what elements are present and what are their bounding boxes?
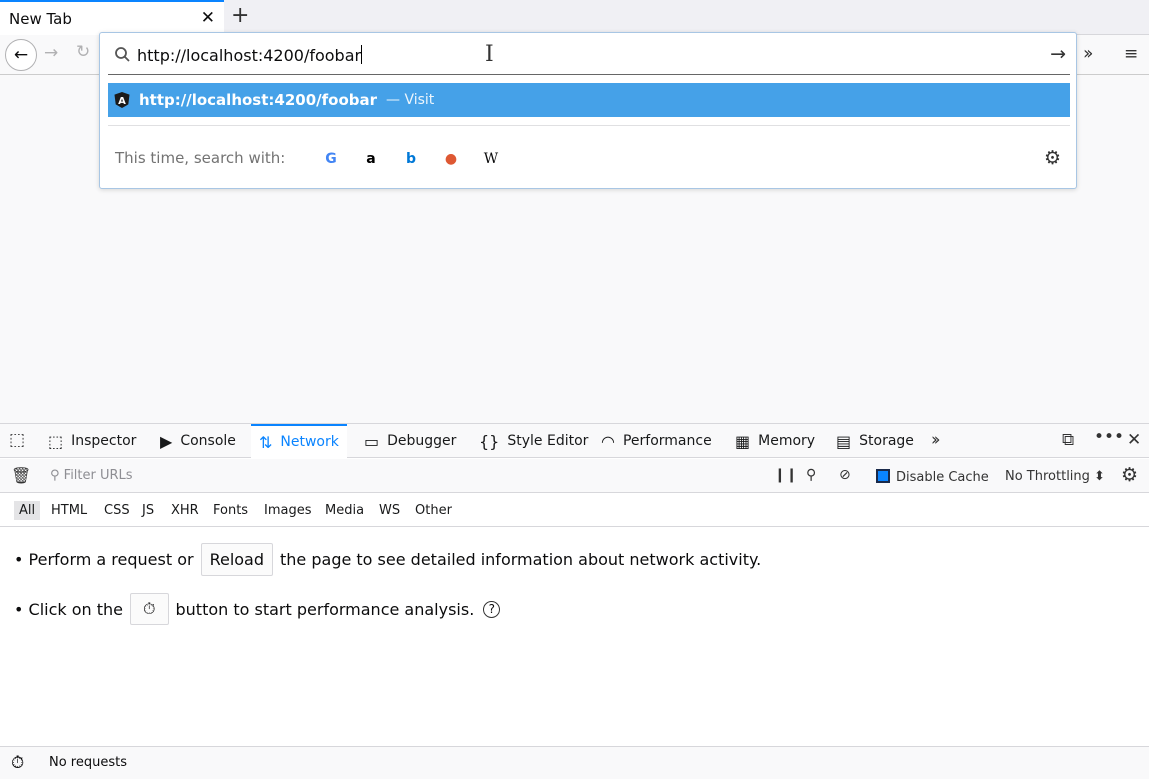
tab-style-editor[interactable]: {} Style Editor bbox=[479, 424, 588, 458]
url-suggestion-row[interactable]: A http://localhost:4200/foobar — Visit bbox=[108, 83, 1070, 117]
back-arrow-icon: ← bbox=[13, 45, 29, 65]
status-bar: ⏱ No requests bbox=[0, 746, 1149, 779]
url-input[interactable]: http://localhost:4200/foobar bbox=[137, 45, 363, 65]
storage-icon: ▤ bbox=[836, 431, 852, 451]
empty-hint-reload: • Perform a request or Reload the page t… bbox=[14, 543, 761, 576]
tab-memory[interactable]: ▦ Memory bbox=[735, 424, 815, 458]
tab-performance[interactable]: ◠ Performance bbox=[601, 424, 712, 458]
help-icon[interactable]: ? bbox=[483, 600, 501, 618]
forward-button[interactable]: → bbox=[44, 43, 58, 63]
devtools-tabbar: ⬚ ⬚ Inspector ▶ Console ⇅ Network ▭ Debugger… bbox=[0, 424, 1149, 458]
urlbar-popup: http://localhost:4200/foobar I → A http:… bbox=[99, 32, 1077, 189]
tab-title: New Tab bbox=[9, 9, 72, 28]
debugger-icon: ▭ bbox=[364, 431, 380, 451]
filter-fonts[interactable]: Fonts bbox=[208, 501, 253, 520]
filter-urls-input[interactable]: ⚲ Filter URLs bbox=[50, 468, 133, 483]
checkbox-checked-icon bbox=[876, 469, 890, 483]
tab-strip: New Tab ✕ + bbox=[0, 0, 1149, 35]
search-icon bbox=[115, 47, 130, 62]
element-picker-icon[interactable]: ⬚ bbox=[9, 430, 25, 450]
divider bbox=[108, 125, 1070, 126]
pause-icon[interactable]: ❙❙ bbox=[774, 467, 797, 483]
network-icon: ⇅ bbox=[259, 432, 273, 452]
url-input-row: http://localhost:4200/foobar I → bbox=[108, 35, 1070, 75]
network-toolbar: 🗑 ⚲ Filter URLs ❙❙ ⚲ ⊘ Disable Cache No … bbox=[0, 459, 1149, 493]
memory-icon: ▦ bbox=[735, 431, 751, 451]
filter-js[interactable]: JS bbox=[137, 501, 159, 520]
wikipedia-icon[interactable]: W bbox=[471, 148, 511, 170]
performance-icon: ◠ bbox=[601, 431, 615, 451]
back-button[interactable]: ← bbox=[5, 39, 37, 71]
tab-debugger[interactable]: ▭ Debugger bbox=[364, 424, 456, 458]
hamburger-menu-icon[interactable]: ≡ bbox=[1124, 44, 1138, 64]
search-icon[interactable]: ⚲ bbox=[806, 467, 816, 483]
tab-storage[interactable]: ▤ Storage bbox=[836, 424, 914, 458]
style-editor-icon: {} bbox=[479, 431, 500, 451]
gear-icon[interactable]: ⚙ bbox=[1044, 147, 1061, 169]
reload-button[interactable]: Reload bbox=[200, 543, 274, 576]
ibeam-cursor-icon: I bbox=[485, 42, 494, 67]
close-icon[interactable]: ✕ bbox=[201, 10, 215, 27]
more-options-icon[interactable]: ••• bbox=[1094, 427, 1124, 447]
duckduckgo-icon[interactable]: ● bbox=[431, 148, 471, 170]
filter-html[interactable]: HTML bbox=[46, 501, 92, 520]
tab-new-tab[interactable]: New Tab ✕ bbox=[0, 0, 224, 35]
console-icon: ▶ bbox=[160, 431, 173, 451]
suggestion-action: — Visit bbox=[386, 92, 435, 108]
new-tab-button[interactable]: + bbox=[231, 5, 249, 27]
stopwatch-icon[interactable]: ⏱ bbox=[11, 753, 24, 773]
filter-images[interactable]: Images bbox=[259, 501, 317, 520]
filter-media[interactable]: Media bbox=[320, 501, 369, 520]
devtools-panel: ⬚ ⬚ Inspector ▶ Console ⇅ Network ▭ Debugger… bbox=[0, 423, 1149, 779]
tab-network[interactable]: ⇅ Network bbox=[251, 424, 347, 458]
block-icon[interactable]: ⊘ bbox=[839, 467, 851, 483]
status-text: No requests bbox=[49, 755, 127, 770]
stopwatch-icon: ⏱ bbox=[143, 599, 156, 618]
angular-icon: A bbox=[114, 92, 130, 108]
filter-xhr[interactable]: XHR bbox=[166, 501, 204, 520]
text-caret bbox=[361, 45, 363, 64]
dock-side-icon[interactable]: ⧉ bbox=[1062, 430, 1074, 450]
google-icon[interactable]: G bbox=[311, 148, 351, 170]
svg-text:A: A bbox=[118, 96, 126, 107]
filter-other[interactable]: Other bbox=[410, 501, 457, 520]
settings-gear-icon[interactable]: ⚙ bbox=[1121, 464, 1138, 486]
overflow-chevron-icon[interactable]: ›› bbox=[1083, 43, 1094, 64]
request-type-filters: All HTML CSS JS XHR Fonts Images Media W… bbox=[0, 493, 1149, 527]
amazon-icon[interactable]: a bbox=[351, 148, 391, 170]
close-devtools-icon[interactable]: ✕ bbox=[1127, 430, 1141, 450]
search-with-label: This time, search with: bbox=[115, 149, 286, 167]
search-engines: G a b ● W bbox=[311, 148, 511, 170]
filter-css[interactable]: CSS bbox=[99, 501, 135, 520]
more-tabs-chevron-icon[interactable]: ›› bbox=[931, 430, 940, 450]
tab-console[interactable]: ▶ Console bbox=[160, 424, 236, 458]
filter-ws[interactable]: WS bbox=[374, 501, 405, 520]
bing-icon[interactable]: b bbox=[391, 148, 431, 170]
stopwatch-button[interactable]: ⏱ bbox=[130, 593, 169, 625]
tab-inspector[interactable]: ⬚ Inspector bbox=[48, 424, 136, 458]
throttling-select[interactable]: No Throttling ⬍ bbox=[1005, 469, 1105, 484]
suggestion-url: http://localhost:4200/foobar bbox=[139, 91, 378, 109]
reload-button[interactable]: ↻ bbox=[76, 42, 90, 62]
disable-cache-checkbox[interactable]: Disable Cache bbox=[876, 469, 989, 485]
filter-all[interactable]: All bbox=[14, 501, 41, 520]
go-arrow-icon[interactable]: → bbox=[1050, 43, 1066, 65]
trash-icon[interactable]: 🗑 bbox=[11, 466, 31, 485]
empty-hint-performance: • Click on the ⏱ button to start perform… bbox=[14, 593, 501, 625]
inspector-icon: ⬚ bbox=[48, 431, 64, 451]
